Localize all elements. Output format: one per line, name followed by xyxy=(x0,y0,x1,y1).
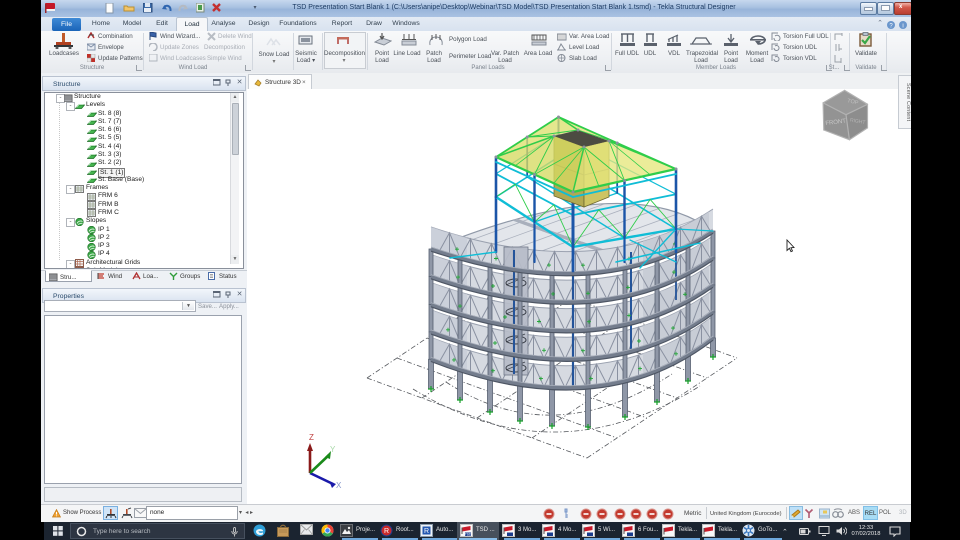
svg-text:i: i xyxy=(902,24,903,30)
svg-text:Z: Z xyxy=(309,433,314,442)
svg-text:TSD: TSD xyxy=(465,532,472,536)
svg-text:R: R xyxy=(384,528,389,535)
svg-text:X: X xyxy=(336,481,342,490)
svg-text:Y: Y xyxy=(330,445,336,454)
svg-text:R: R xyxy=(424,528,429,535)
